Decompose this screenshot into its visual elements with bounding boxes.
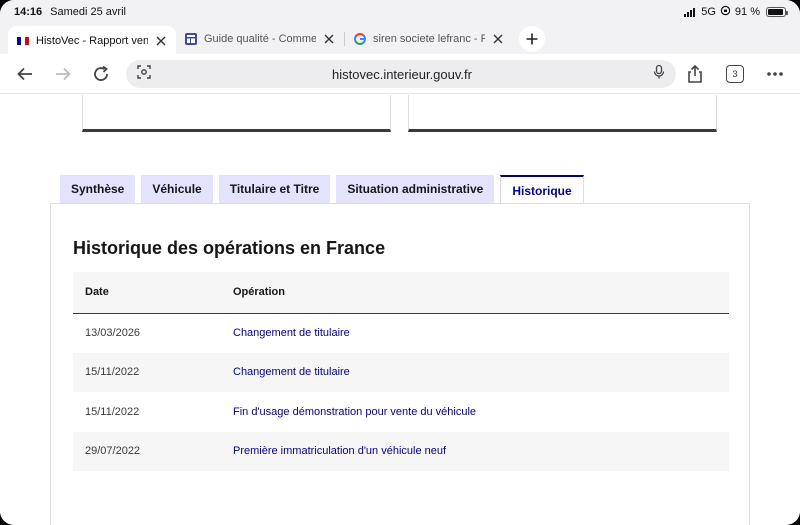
orientation-lock-icon [720,5,731,19]
close-tab-icon[interactable] [491,32,505,46]
row-date: 15/11/2022 [73,352,221,392]
browser-tab-google[interactable]: siren societe lefranc - Recherche [345,26,513,52]
row-operation: Changement de titulaire [221,352,729,392]
tab-situation-administrative[interactable]: Situation administrative [336,175,495,203]
back-button[interactable] [10,59,40,89]
browser-tab-title: Guide qualité - Comment [204,33,316,45]
tab-titulaire-et-titre[interactable]: Titulaire et Titre [218,175,331,203]
battery-icon [766,7,788,17]
section-title: Historique des opérations en France [73,238,386,258]
page-content: Synthèse Véhicule Titulaire et Titre Sit… [0,95,800,525]
tab-historique[interactable]: Historique [500,175,584,204]
table-row: 15/11/2022 Fin d'usage démonstration pou… [73,392,729,432]
row-operation: Première immatriculation d'un véhicule n… [221,431,729,471]
table-row: 15/11/2022 Changement de titulaire [73,352,729,392]
browser-tab-histovec[interactable]: HistoVec - Rapport vendeur [8,26,176,56]
tab-synthese[interactable]: Synthèse [60,175,136,203]
google-icon [353,33,367,45]
close-tab-icon[interactable] [154,34,168,48]
browser-tab-title: HistoVec - Rapport vendeur [36,35,148,47]
url-text: histovec.interieur.gouv.fr [332,66,472,82]
tab-vehicule[interactable]: Véhicule [141,175,213,203]
french-flag-icon [16,35,30,47]
status-time: 14:16 [14,6,43,18]
forward-arrow-icon [56,67,71,80]
menu-button[interactable] [760,59,790,89]
row-operation: Changement de titulaire [233,327,350,339]
network-label: 5G [701,6,716,18]
table-row: 13/03/2026 Changement de titulaire [73,313,729,353]
column-header-operation: Opération [221,272,729,314]
row-operation: Fin d'usage démonstration pour vente du … [233,405,477,418]
historique-panel: Historique des opérations en France Date… [50,203,750,525]
page-tabs: Synthèse Véhicule Titulaire et Titre Sit… [60,175,584,204]
reload-button[interactable] [86,59,116,89]
site-icon [184,33,198,45]
tab-count: 3 [726,65,744,83]
new-tab-button[interactable] [519,26,545,52]
battery-percent: 91 % [734,6,760,18]
table-row: 29/07/2022 Première immatriculation d'un… [73,431,729,471]
more-icon [767,72,783,76]
row-date: 13/03/2026 [85,327,141,339]
close-tab-icon[interactable] [322,32,336,46]
reload-icon [94,65,108,81]
operations-table: Date Opération 13/03/2026 Changement de … [73,272,729,471]
back-arrow-icon [17,67,32,80]
table-header-row: Date Opération [73,272,729,314]
plus-icon [526,33,538,45]
signal-icon [684,7,696,17]
forward-button[interactable] [48,59,78,89]
lens-icon[interactable] [136,64,152,85]
browser-tab-guide[interactable]: Guide qualité - Comment [176,26,344,52]
card-fragment-right [408,95,717,132]
card-fragment-left [82,95,391,132]
tab-switcher-button[interactable]: 3 [720,59,750,89]
row-date: 29/07/2022 [73,431,221,471]
microphone-icon[interactable] [652,64,666,85]
row-date: 15/11/2022 [85,405,140,418]
ipad-screen: 14:16 Samedi 25 avril 5G 91 % HistoVec -… [0,0,800,525]
browser-tab-title: siren societe lefranc - Recherche [373,33,485,45]
browser-tab-strip: HistoVec - Rapport vendeur Guide qualité… [0,24,800,56]
share-icon [688,64,702,83]
column-header-date: Date [73,272,221,314]
share-button[interactable] [680,59,710,89]
address-bar[interactable]: histovec.interieur.gouv.fr [126,60,676,88]
status-date: Samedi 25 avril [50,6,126,18]
browser-toolbar: histovec.interieur.gouv.fr 3 [0,54,800,94]
status-bar: 14:16 Samedi 25 avril 5G 91 % [0,0,800,24]
